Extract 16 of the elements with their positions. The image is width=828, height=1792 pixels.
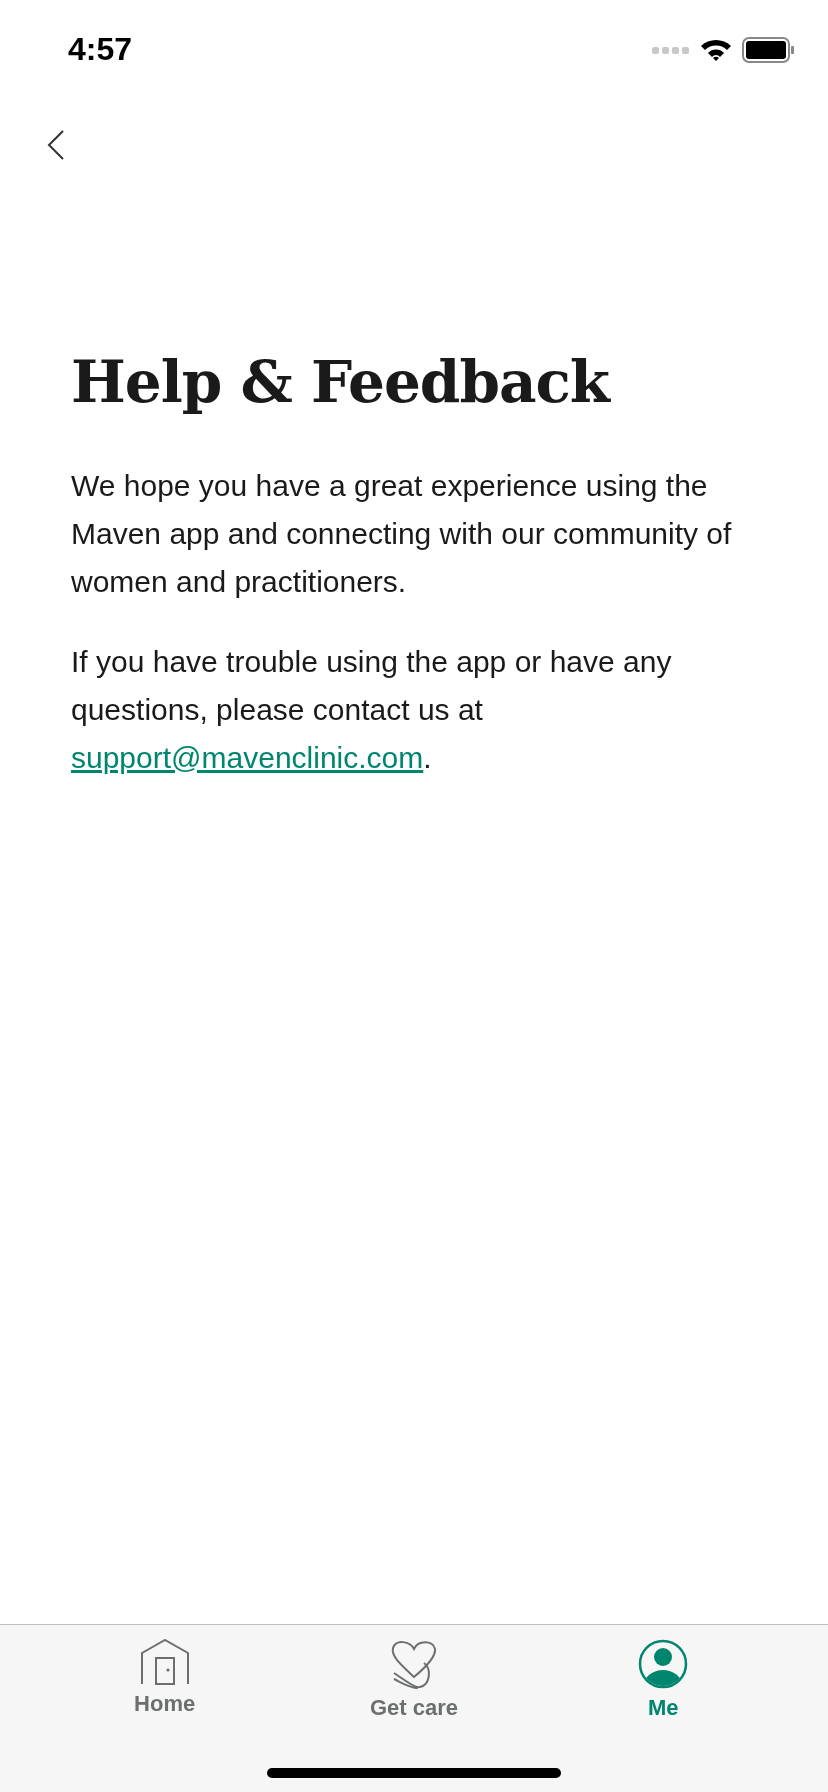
profile-icon bbox=[638, 1639, 689, 1689]
back-button[interactable] bbox=[46, 128, 66, 162]
house-icon bbox=[139, 1639, 190, 1685]
page-title: Help & Feedback bbox=[71, 348, 612, 418]
tab-bar-item[interactable]: Me bbox=[583, 1639, 744, 1724]
battery-icon bbox=[742, 37, 794, 63]
tab-bar-item[interactable]: Home bbox=[84, 1639, 245, 1724]
status-time: 4:57 bbox=[68, 30, 133, 69]
heart-icon bbox=[390, 1639, 438, 1689]
email-link[interactable]: support@mavenclinic.com bbox=[71, 740, 424, 774]
body-paragraph: If you have trouble using the app or have any questions, please contact us at support@mavenclinic.com. bbox=[71, 643, 673, 776]
body-paragraph: We hope you have a great experience using the Maven app and connecting with our community of women and practitioners. bbox=[71, 467, 733, 600]
back-icon bbox=[47, 129, 65, 161]
tab-bar-item[interactable]: Get care bbox=[334, 1639, 494, 1724]
signal-icon bbox=[652, 45, 690, 55]
wifi-icon bbox=[700, 38, 732, 62]
